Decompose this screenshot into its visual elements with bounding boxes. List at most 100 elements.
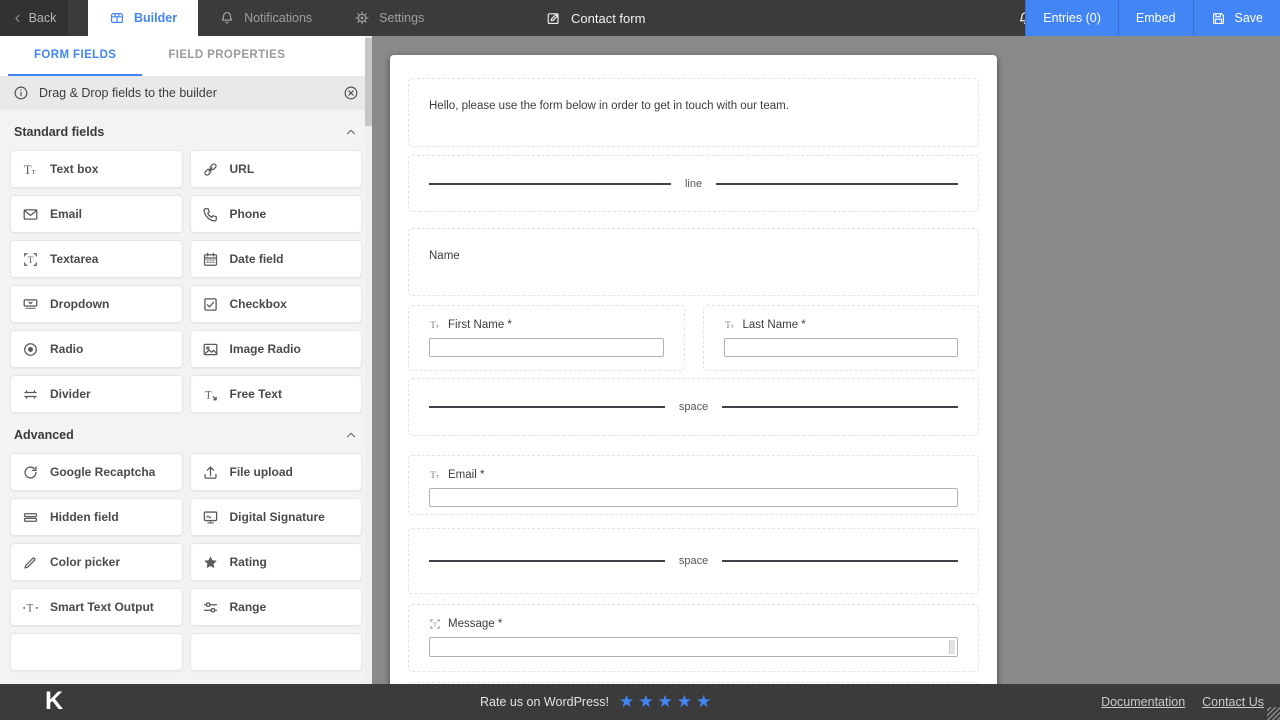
field-card-label: Textarea: [50, 252, 98, 266]
field-card-divider[interactable]: Divider: [10, 375, 183, 413]
message-textarea[interactable]: [429, 637, 958, 657]
form-divider-line[interactable]: line: [408, 155, 979, 212]
form-title: Contact form: [571, 11, 645, 26]
field-card-clipped[interactable]: [190, 633, 363, 671]
field-card-email[interactable]: Email: [10, 195, 183, 233]
sidebar-scrollbar: [365, 36, 372, 684]
rating-stars[interactable]: ★★★★★: [619, 692, 715, 712]
svg-text:T: T: [725, 320, 731, 330]
field-card-label: File upload: [230, 465, 293, 479]
text-icon: Tт: [429, 469, 441, 481]
textarea-scrollbar[interactable]: [949, 640, 955, 654]
form-divider-space[interactable]: space: [408, 378, 979, 436]
edit-icon: [546, 11, 561, 26]
form-divider-space[interactable]: space: [408, 528, 979, 594]
divider-line: [429, 406, 665, 408]
field-card-file-upload[interactable]: File upload: [190, 453, 363, 491]
form-field-message[interactable]: TMessage *: [408, 604, 979, 672]
form-field-last-name[interactable]: TтLast Name *: [703, 305, 980, 371]
section-header-standard-fields[interactable]: Standard fields: [10, 110, 362, 150]
button-label: Save: [1235, 11, 1264, 25]
field-card-radio[interactable]: Radio: [10, 330, 183, 368]
footer-link-contact-us[interactable]: Contact Us: [1202, 695, 1264, 709]
topnav-item-notifications[interactable]: Notifications: [198, 0, 333, 36]
divider-label: line: [685, 178, 702, 190]
divider-line: [429, 183, 671, 185]
field-card-textarea[interactable]: T Textarea: [10, 240, 183, 278]
info-icon: [13, 85, 29, 101]
topnav-item-builder[interactable]: Builder: [88, 0, 198, 36]
section-header-advanced[interactable]: Advanced: [10, 413, 362, 453]
field-card-google-recaptcha[interactable]: Google Recaptcha: [10, 453, 183, 491]
field-card-label: Free Text: [230, 387, 282, 401]
topnav-item-settings[interactable]: Settings: [333, 0, 445, 36]
divider-label: space: [679, 401, 708, 413]
textarea-icon: T: [22, 251, 39, 268]
svg-text:T: T: [24, 162, 32, 176]
upload-icon: [202, 464, 219, 481]
chevron-up-icon: [344, 125, 358, 139]
field-card-url[interactable]: URL: [190, 150, 363, 188]
footer-link-documentation[interactable]: Documentation: [1101, 695, 1185, 709]
field-card-hidden-field[interactable]: Hidden field: [10, 498, 183, 536]
form-free-text[interactable]: Name: [408, 228, 979, 296]
notice-text: Drag & Drop fields to the builder: [39, 86, 333, 100]
field-card-label: Google Recaptcha: [50, 465, 155, 479]
first-name-input[interactable]: [429, 338, 664, 357]
field-label: TтFirst Name *: [429, 319, 664, 331]
sidebar-scrollbar-thumb[interactable]: [365, 38, 372, 126]
back-button[interactable]: Back: [0, 0, 68, 36]
form-field-first-name[interactable]: TтFirst Name *: [408, 305, 685, 371]
sidebar-tab-form-fields[interactable]: FORM FIELDS: [8, 36, 142, 76]
close-icon[interactable]: [343, 85, 359, 101]
save-button[interactable]: Save: [1193, 0, 1280, 36]
bell-icon: [219, 10, 235, 26]
checkbox-icon: [202, 296, 219, 313]
field-card-free-text[interactable]: TFree Text: [190, 375, 363, 413]
embed-button[interactable]: Embed: [1118, 0, 1193, 36]
resize-grip-icon[interactable]: [1267, 707, 1280, 720]
chevron-up-icon: [344, 428, 358, 442]
field-label: TтEmail *: [429, 469, 958, 481]
field-card-checkbox[interactable]: Checkbox: [190, 285, 363, 323]
field-card-label: Range: [230, 600, 267, 614]
email-input[interactable]: [429, 488, 958, 507]
field-card-label: Rating: [230, 555, 267, 569]
range-icon: [202, 599, 219, 616]
svg-text:T: T: [433, 621, 437, 628]
field-card-label: Digital Signature: [230, 510, 325, 524]
last-name-input[interactable]: [724, 338, 959, 357]
recaptcha-icon: [22, 464, 39, 481]
field-card-smart-text-output[interactable]: TSmart Text Output: [10, 588, 183, 626]
field-card-image-radio[interactable]: Image Radio: [190, 330, 363, 368]
sidebar: FORM FIELDSFIELD PROPERTIES Drag & Drop …: [0, 36, 372, 684]
field-card-text-box[interactable]: Tт Text box: [10, 150, 183, 188]
sidebar-tab-field-properties[interactable]: FIELD PROPERTIES: [142, 36, 311, 76]
field-label: TMessage *: [429, 618, 958, 630]
svg-text:T: T: [430, 320, 436, 330]
field-card-label: Color picker: [50, 555, 120, 569]
sidebar-tabs: FORM FIELDSFIELD PROPERTIES: [0, 36, 372, 76]
field-card-dropdown[interactable]: Dropdown: [10, 285, 183, 323]
form-title-bar[interactable]: Contact form: [546, 0, 645, 36]
svg-text:T: T: [430, 470, 436, 480]
form-free-text[interactable]: Hello, please use the form below in orde…: [408, 78, 979, 147]
divider-line: [722, 560, 958, 562]
field-card-date-field[interactable]: Date field: [190, 240, 363, 278]
form-field-email[interactable]: TтEmail *: [408, 455, 979, 515]
field-card-color-picker[interactable]: Color picker: [10, 543, 183, 581]
text-icon: Tт: [22, 161, 39, 178]
save-icon: [1211, 11, 1226, 26]
field-card-label: Email: [50, 207, 82, 221]
field-card-range[interactable]: Range: [190, 588, 363, 626]
signature-icon: [202, 509, 219, 526]
field-card-clipped[interactable]: [10, 633, 183, 671]
field-card-label: Date field: [230, 252, 284, 266]
entries-0-button[interactable]: Entries (0): [1025, 0, 1118, 36]
field-card-digital-signature[interactable]: Digital Signature: [190, 498, 363, 536]
field-card-phone[interactable]: Phone: [190, 195, 363, 233]
dropdown-icon: [22, 296, 39, 313]
field-card-rating[interactable]: Rating: [190, 543, 363, 581]
divider-icon: [22, 386, 39, 403]
field-card-label: Text box: [50, 162, 98, 176]
